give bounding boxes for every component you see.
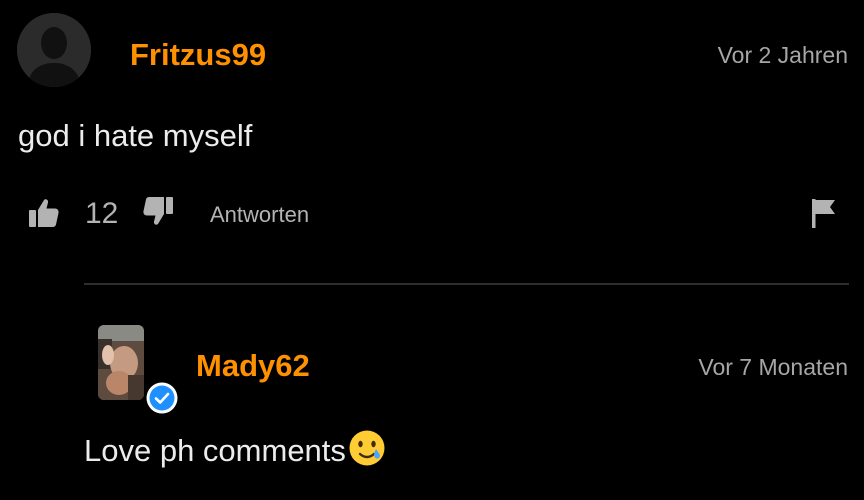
smiling-face-with-tear-emoji-icon xyxy=(348,429,386,476)
reply-button[interactable]: Antworten xyxy=(210,202,309,228)
verified-check-icon xyxy=(146,382,178,414)
comments-section: Fritzus99 Vor 2 Jahren god i hate myself… xyxy=(0,0,864,500)
thumbs-up-icon[interactable] xyxy=(28,197,60,229)
comment-actions: 12 Antworten xyxy=(28,194,848,234)
reply-text-line: Love ph comments xyxy=(84,429,386,476)
comment-timestamp: Vor 2 Jahren xyxy=(717,42,848,68)
user-photo-avatar[interactable] xyxy=(98,325,144,400)
reply-username[interactable]: Mady62 xyxy=(196,348,310,384)
comment-text: god i hate myself xyxy=(18,118,253,153)
divider xyxy=(84,283,849,285)
thumbs-down-icon[interactable] xyxy=(142,195,174,227)
like-count: 12 xyxy=(85,197,119,230)
reply-text: Love ph comments xyxy=(84,433,346,468)
comment-username[interactable]: Fritzus99 xyxy=(130,37,266,73)
default-avatar-icon[interactable] xyxy=(17,13,91,87)
flag-icon[interactable] xyxy=(810,198,838,228)
reply-timestamp: Vor 7 Monaten xyxy=(698,354,848,380)
